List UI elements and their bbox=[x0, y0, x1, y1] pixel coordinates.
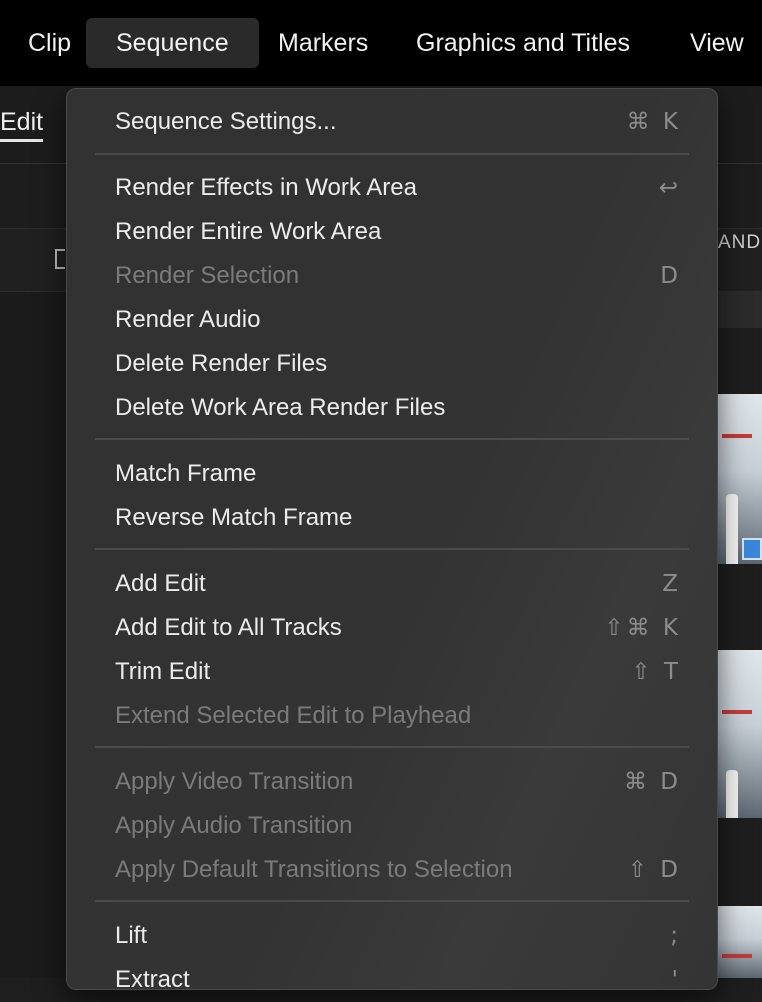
menu-item-render-selection: Render Selection D bbox=[115, 254, 681, 298]
menu-item-label: Trim Edit bbox=[115, 658, 211, 685]
clip-thumbnail[interactable] bbox=[716, 906, 762, 978]
menu-item-label: Lift bbox=[115, 922, 148, 949]
menu-view[interactable]: View bbox=[690, 18, 744, 68]
menu-item-match-frame[interactable]: Match Frame bbox=[115, 452, 681, 496]
menu-item-label: Sequence Settings... bbox=[115, 108, 337, 135]
menu-graphics-and-titles[interactable]: Graphics and Titles bbox=[416, 18, 630, 68]
menu-item-render-entire-work-area[interactable]: Render Entire Work Area bbox=[115, 210, 681, 254]
shortcut-label: ⌘ K bbox=[626, 109, 681, 135]
menu-item-label: Render Effects in Work Area bbox=[115, 174, 417, 201]
menu-sequence[interactable]: Sequence bbox=[86, 18, 259, 68]
left-panel bbox=[0, 292, 66, 978]
menu-item-lift[interactable]: Lift ; bbox=[115, 914, 681, 958]
shortcut-label: ' bbox=[671, 967, 681, 993]
menu-item-add-edit-to-all-tracks[interactable]: Add Edit to All Tracks ⇧⌘ K bbox=[115, 606, 681, 650]
menu-item-label: Render Selection bbox=[115, 262, 300, 289]
menu-item-label: Delete Render Files bbox=[115, 350, 328, 377]
menu-item-apply-audio-transition: Apply Audio Transition bbox=[115, 804, 681, 848]
menu-separator bbox=[95, 900, 689, 902]
menu-item-label: Apply Default Transitions to Selection bbox=[115, 856, 513, 883]
bracket-icon[interactable] bbox=[55, 249, 65, 269]
menu-item-label: Delete Work Area Render Files bbox=[115, 394, 446, 421]
menu-item-label: Extend Selected Edit to Playhead bbox=[115, 702, 472, 729]
shortcut-label: ⇧⌘ K bbox=[604, 615, 681, 641]
menu-item-trim-edit[interactable]: Trim Edit ⇧ T bbox=[115, 650, 681, 694]
menu-item-label: Add Edit bbox=[115, 570, 206, 597]
menu-item-delete-render-files[interactable]: Delete Render Files bbox=[115, 342, 681, 386]
shortcut-label: ; bbox=[670, 923, 681, 949]
shortcut-label: D bbox=[660, 263, 681, 289]
film-icon bbox=[742, 538, 762, 560]
shortcut-label: ⇧ D bbox=[627, 857, 681, 883]
menu-item-label: Apply Audio Transition bbox=[115, 812, 353, 839]
return-icon: ↩ bbox=[658, 175, 681, 201]
menu-item-add-edit[interactable]: Add Edit Z bbox=[115, 562, 681, 606]
menu-item-apply-default-transitions-to-selection: Apply Default Transitions to Selection ⇧… bbox=[115, 848, 681, 892]
menu-separator bbox=[95, 548, 689, 550]
menu-bar: Clip Sequence Markers Graphics and Title… bbox=[0, 0, 762, 87]
menu-item-extract[interactable]: Extract ' bbox=[115, 958, 681, 1002]
menu-item-label: Add Edit to All Tracks bbox=[115, 614, 342, 641]
menu-item-extend-selected-edit-to-playhead: Extend Selected Edit to Playhead bbox=[115, 694, 681, 738]
menu-item-label: Render Entire Work Area bbox=[115, 218, 382, 245]
shortcut-label: ⌘ D bbox=[623, 769, 681, 795]
shortcut-label: ⇧ T bbox=[631, 659, 681, 685]
column-header: AND bbox=[718, 232, 762, 253]
menu-item-label: Apply Video Transition bbox=[115, 768, 354, 795]
menu-clip[interactable]: Clip bbox=[28, 18, 71, 68]
column-strip bbox=[716, 292, 762, 328]
menu-separator bbox=[95, 153, 689, 155]
shortcut-label: Z bbox=[662, 571, 681, 597]
menu-item-apply-video-transition: Apply Video Transition ⌘ D bbox=[115, 760, 681, 804]
menu-item-render-effects-in-work-area[interactable]: Render Effects in Work Area ↩ bbox=[115, 166, 681, 210]
menu-item-label: Render Audio bbox=[115, 306, 261, 333]
menu-item-sequence-settings[interactable]: Sequence Settings... ⌘ K bbox=[115, 100, 681, 144]
menu-item-label: Match Frame bbox=[115, 460, 257, 487]
menu-separator bbox=[95, 438, 689, 440]
menu-markers[interactable]: Markers bbox=[278, 18, 368, 68]
clip-thumbnail[interactable] bbox=[716, 650, 762, 818]
menu-item-render-audio[interactable]: Render Audio bbox=[115, 298, 681, 342]
sequence-dropdown-menu: Sequence Settings... ⌘ K Render Effects … bbox=[66, 88, 718, 993]
tab-edit[interactable]: Edit bbox=[0, 108, 44, 142]
menu-item-reverse-match-frame[interactable]: Reverse Match Frame bbox=[115, 496, 681, 540]
menu-item-label: Extract bbox=[115, 966, 190, 993]
menu-item-delete-work-area-render-files[interactable]: Delete Work Area Render Files bbox=[115, 386, 681, 430]
menu-item-label: Reverse Match Frame bbox=[115, 504, 353, 531]
menu-separator bbox=[95, 746, 689, 748]
